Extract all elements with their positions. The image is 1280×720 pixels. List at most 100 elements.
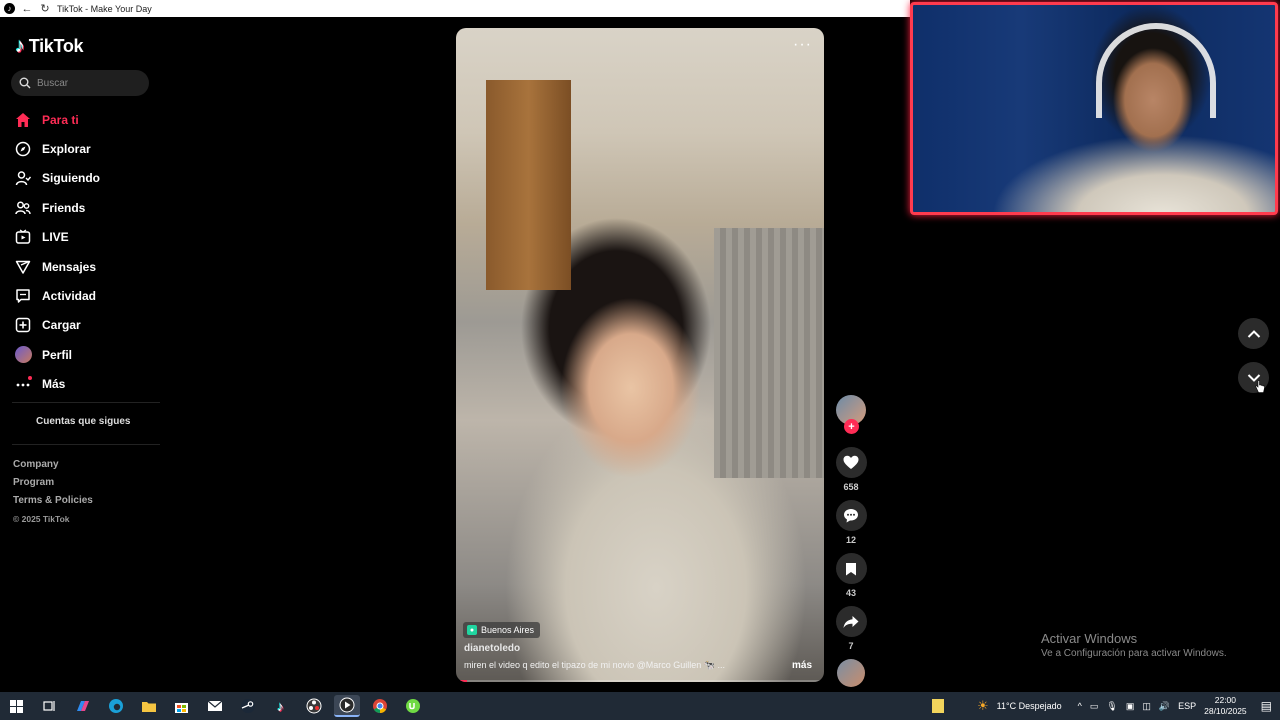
usb-icon[interactable]: ▭ xyxy=(1090,701,1099,712)
weather-text[interactable]: 11°C Despejado xyxy=(997,701,1062,711)
weather-icon[interactable]: ☀ xyxy=(977,698,989,714)
footer-terms-link[interactable]: Terms & Policies xyxy=(13,492,93,510)
following-accounts-label: Cuentas que sigues xyxy=(36,416,131,427)
footer-company-link[interactable]: Company xyxy=(13,456,93,474)
live-icon xyxy=(14,228,32,246)
comment-icon xyxy=(844,509,858,523)
location-pin-icon: ● xyxy=(467,625,477,635)
hand-cursor-icon xyxy=(1255,380,1265,393)
copilot-icon[interactable] xyxy=(70,695,96,717)
tray-overflow-chevron-icon[interactable]: ^ xyxy=(1078,701,1082,711)
nav-item-actividad[interactable]: Actividad xyxy=(14,281,100,310)
nav-item-siguiendo[interactable]: Siguiendo xyxy=(14,164,100,193)
save-count: 43 xyxy=(845,588,856,598)
reload-icon[interactable]: ↻ xyxy=(39,3,51,15)
previous-video-button[interactable] xyxy=(1238,318,1269,349)
nav-item-mensajes[interactable]: Mensajes xyxy=(14,252,100,281)
tiktok-logo[interactable]: ♪ TikTok xyxy=(15,35,84,58)
like-button[interactable] xyxy=(835,447,867,478)
chevron-up-icon xyxy=(1247,329,1260,338)
main-nav: Para ti Explorar Siguiendo Friends LIVE … xyxy=(14,105,100,399)
task-view-icon[interactable] xyxy=(37,695,63,717)
heart-icon xyxy=(843,455,859,469)
friends-icon xyxy=(14,199,32,217)
nav-item-friends[interactable]: Friends xyxy=(14,193,100,222)
video-scene-curtain xyxy=(714,228,824,478)
nav-label: Explorar xyxy=(42,142,91,157)
bookmark-icon xyxy=(846,562,856,575)
activate-windows-subtitle: Ve a Configuración para activar Windows. xyxy=(1041,648,1227,659)
nav-item-para-ti[interactable]: Para ti xyxy=(14,105,100,134)
edge-browser-icon[interactable] xyxy=(103,695,129,717)
like-count: 658 xyxy=(843,482,859,492)
footer-program-link[interactable]: Program xyxy=(13,474,93,492)
browser-title-bar: ♪ ← ↻ TikTok - Make Your Day xyxy=(0,0,910,17)
video-player[interactable]: ··· ● Buenos Aires dianetoledo miren el … xyxy=(456,28,824,682)
comment-count: 12 xyxy=(845,535,856,545)
windows-start-icon[interactable] xyxy=(4,695,30,717)
comment-button[interactable] xyxy=(835,500,867,531)
tiktok-note-icon: ♪ xyxy=(15,35,25,57)
chrome-icon[interactable] xyxy=(367,695,393,717)
notifications-icon[interactable]: ▤ xyxy=(1261,699,1272,713)
video-caption: miren el video q edito el tipazo de mi n… xyxy=(464,660,725,670)
language-indicator[interactable]: ESP xyxy=(1178,701,1196,711)
video-options-icon[interactable]: ··· xyxy=(793,36,812,54)
more-icon xyxy=(14,375,32,393)
nav-label: Para ti xyxy=(42,112,79,127)
nav-label: Cargar xyxy=(42,318,81,333)
upwork-icon[interactable] xyxy=(400,695,426,717)
store-icon[interactable] xyxy=(169,695,195,717)
speaker-icon[interactable]: 🔊 xyxy=(1159,701,1170,712)
location-tag[interactable]: ● Buenos Aires xyxy=(463,622,541,638)
nav-item-cargar[interactable]: Cargar xyxy=(14,311,100,340)
steam-icon[interactable] xyxy=(235,695,261,717)
sidebar: ♪ TikTok Para ti Explorar xyxy=(0,17,165,692)
search-box[interactable] xyxy=(11,70,149,96)
music-disc-avatar[interactable] xyxy=(837,659,865,687)
share-count: 7 xyxy=(848,641,854,651)
divider xyxy=(12,402,160,403)
copyright: © 2025 TikTok xyxy=(13,514,70,524)
obs-icon[interactable] xyxy=(301,695,327,717)
window-title: TikTok - Make Your Day xyxy=(57,3,152,14)
avatar xyxy=(14,346,32,364)
video-author[interactable]: dianetoledo xyxy=(464,643,520,654)
video-progress-bar[interactable] xyxy=(456,680,824,682)
sticky-notes-icon[interactable] xyxy=(929,695,947,717)
nav-label: Friends xyxy=(42,200,86,215)
file-explorer-icon[interactable] xyxy=(136,695,162,717)
nav-label: Perfil xyxy=(42,347,73,362)
nav-item-mas[interactable]: Más xyxy=(14,370,100,399)
caption-more-button[interactable]: más xyxy=(792,660,812,671)
microphone-icon[interactable]: 🎙 xyxy=(1106,701,1117,712)
home-icon xyxy=(14,111,32,129)
mail-icon[interactable] xyxy=(202,695,228,717)
screen: ♪ ← ↻ TikTok - Make Your Day ♪ TikTok Pa… xyxy=(0,0,1280,720)
webcam-overlay xyxy=(910,2,1278,215)
sidebar-footer: Company Program Terms & Policies © 2025 … xyxy=(13,456,93,528)
share-button[interactable] xyxy=(835,606,867,637)
taskbar-clock[interactable]: 22:00 28/10/2025 xyxy=(1204,695,1247,717)
save-button[interactable] xyxy=(835,553,867,584)
nav-label: Más xyxy=(42,377,66,392)
tiktok-app-icon: ♪ xyxy=(4,3,15,14)
creator-avatar[interactable]: + xyxy=(836,395,866,434)
wifi-icon[interactable]: ◫ xyxy=(1142,701,1151,712)
clock-date: 28/10/2025 xyxy=(1204,706,1247,716)
network-icon[interactable]: ▣ xyxy=(1126,701,1135,712)
share-icon xyxy=(843,615,859,628)
follow-plus-icon[interactable]: + xyxy=(844,419,859,434)
nav-item-explorar[interactable]: Explorar xyxy=(14,134,100,163)
tiktok-taskbar-icon[interactable]: ♪ xyxy=(268,695,294,717)
nav-item-live[interactable]: LIVE xyxy=(14,223,100,252)
nav-label: Mensajes xyxy=(42,259,97,274)
action-rail: + 658 12 43 7 xyxy=(835,395,867,687)
active-app-icon[interactable] xyxy=(333,695,360,717)
search-icon xyxy=(19,77,31,89)
back-arrow-icon[interactable]: ← xyxy=(21,3,33,15)
search-input[interactable] xyxy=(37,77,137,89)
nav-item-perfil[interactable]: Perfil xyxy=(14,340,100,369)
following-icon xyxy=(14,169,32,187)
upload-icon xyxy=(14,316,32,334)
